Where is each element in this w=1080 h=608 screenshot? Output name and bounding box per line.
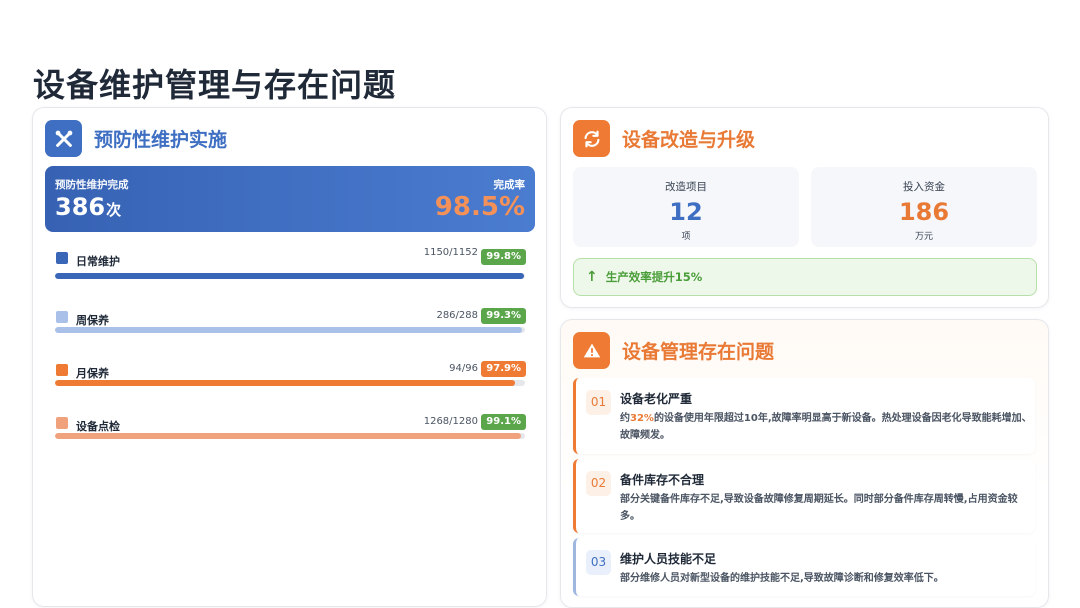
rate-label: 完成率 [493,179,526,191]
completed-label: 预防性维护完成 [55,179,129,191]
calendar-icon [56,252,68,264]
completed-value: 386次 [55,193,122,221]
row-count: 286/288 [436,310,478,321]
row-count: 1150/1152 [423,247,478,258]
issue-number: 03 [586,550,611,575]
maintenance-row-inspection: 设备点检 1268/1280 99.1% [45,409,535,455]
checklist-icon [56,417,68,429]
row-label: 设备点检 [76,420,120,433]
arrow-up-icon: ↑ [586,269,598,285]
row-label: 周保养 [76,314,109,327]
stat-value: 186 [898,198,950,226]
preventive-title: 预防性维护实施 [94,129,228,151]
issue-item: 03 维护人员技能不足 部分维修人员对新型设备的维护技能不足,导致故障诊断和修复… [573,538,1035,596]
issue-highlight: 32% [630,413,654,424]
row-count: 94/96 [449,363,478,374]
issue-title: 设备老化严重 [620,392,693,406]
stat-unit: 万元 [914,232,933,242]
page-title: 设备维护管理与存在问题 [33,66,397,104]
rate-value: 98.5% [434,192,525,222]
efficiency-note: ↑ 生产效率提升15% [573,258,1037,296]
stat-label: 投入资金 [903,181,945,193]
issue-description: 部分关键备件库存不足,导致设备故障修复周期延长。同时部分备件库存周转慢,占用资金… [620,494,1018,522]
issue-description: 约32%的设备使用年限超过10年,故障率明显高于新设备。热处理设备因老化导致能耗… [620,413,1032,441]
refresh-icon [573,120,610,157]
management-issues-card: 设备管理存在问题 01 设备老化严重 约32%的设备使用年限超过10年,故障率明… [560,319,1049,608]
maintenance-row-monthly: 月保养 94/96 97.9% [45,356,535,402]
row-label: 日常维护 [76,255,120,268]
row-percent-badge: 99.3% [481,308,526,324]
stat-label: 改造项目 [665,181,707,193]
stat-value: 12 [669,198,703,226]
issue-item: 01 设备老化严重 约32%的设备使用年限超过10年,故障率明显高于新设备。热处… [573,378,1035,454]
maintenance-row-daily: 日常维护 1150/1152 99.8% [45,244,535,290]
issue-description: 部分维修人员对新型设备的维护技能不足,导致故障诊断和修复效率低下。 [620,573,944,584]
progress-fill [55,380,516,386]
calendar-month-icon [56,364,68,376]
progress-track [55,273,525,279]
issue-item: 02 备件库存不合理 部分关键备件库存不足,导致设备故障修复周期延长。同时部分备… [573,459,1035,533]
equipment-upgrade-card: 设备改造与升级 改造项目 12 项 投入资金 186 万元 ↑ 生产效率提升15… [560,107,1049,308]
upgrade-title: 设备改造与升级 [622,129,756,151]
row-percent-badge: 97.9% [481,361,526,377]
issues-header: 设备管理存在问题 [573,332,774,369]
issue-title: 维护人员技能不足 [620,552,717,566]
row-percent-badge: 99.1% [481,414,526,430]
wrench-icon [45,120,82,157]
stat-unit: 项 [681,232,691,242]
row-percent-badge: 99.8% [481,249,526,265]
progress-track [55,433,525,439]
preventive-maintenance-card: 预防性维护实施 预防性维护完成 386次 完成率 98.5% 日常维护 1150… [32,107,547,607]
calendar-week-icon [56,311,68,323]
progress-fill [55,273,525,279]
warning-icon [573,332,610,369]
upgrade-header: 设备改造与升级 [573,120,755,157]
issue-number: 02 [586,471,611,496]
maintenance-row-weekly: 周保养 286/288 99.3% [45,303,535,349]
issues-title: 设备管理存在问题 [622,341,775,363]
row-label: 月保养 [76,367,109,380]
preventive-header: 预防性维护实施 [45,120,227,157]
efficiency-note-text: 生产效率提升15% [605,270,703,284]
stat-projects: 改造项目 12 项 [573,167,799,247]
row-count: 1268/1280 [423,416,478,427]
issue-title: 备件库存不合理 [620,473,705,487]
progress-fill [55,433,521,439]
progress-fill [55,327,522,333]
progress-track [55,380,525,386]
progress-track [55,327,525,333]
stat-investment: 投入资金 186 万元 [811,167,1037,247]
issue-number: 01 [586,390,611,415]
preventive-summary-banner: 预防性维护完成 386次 完成率 98.5% [45,166,535,232]
